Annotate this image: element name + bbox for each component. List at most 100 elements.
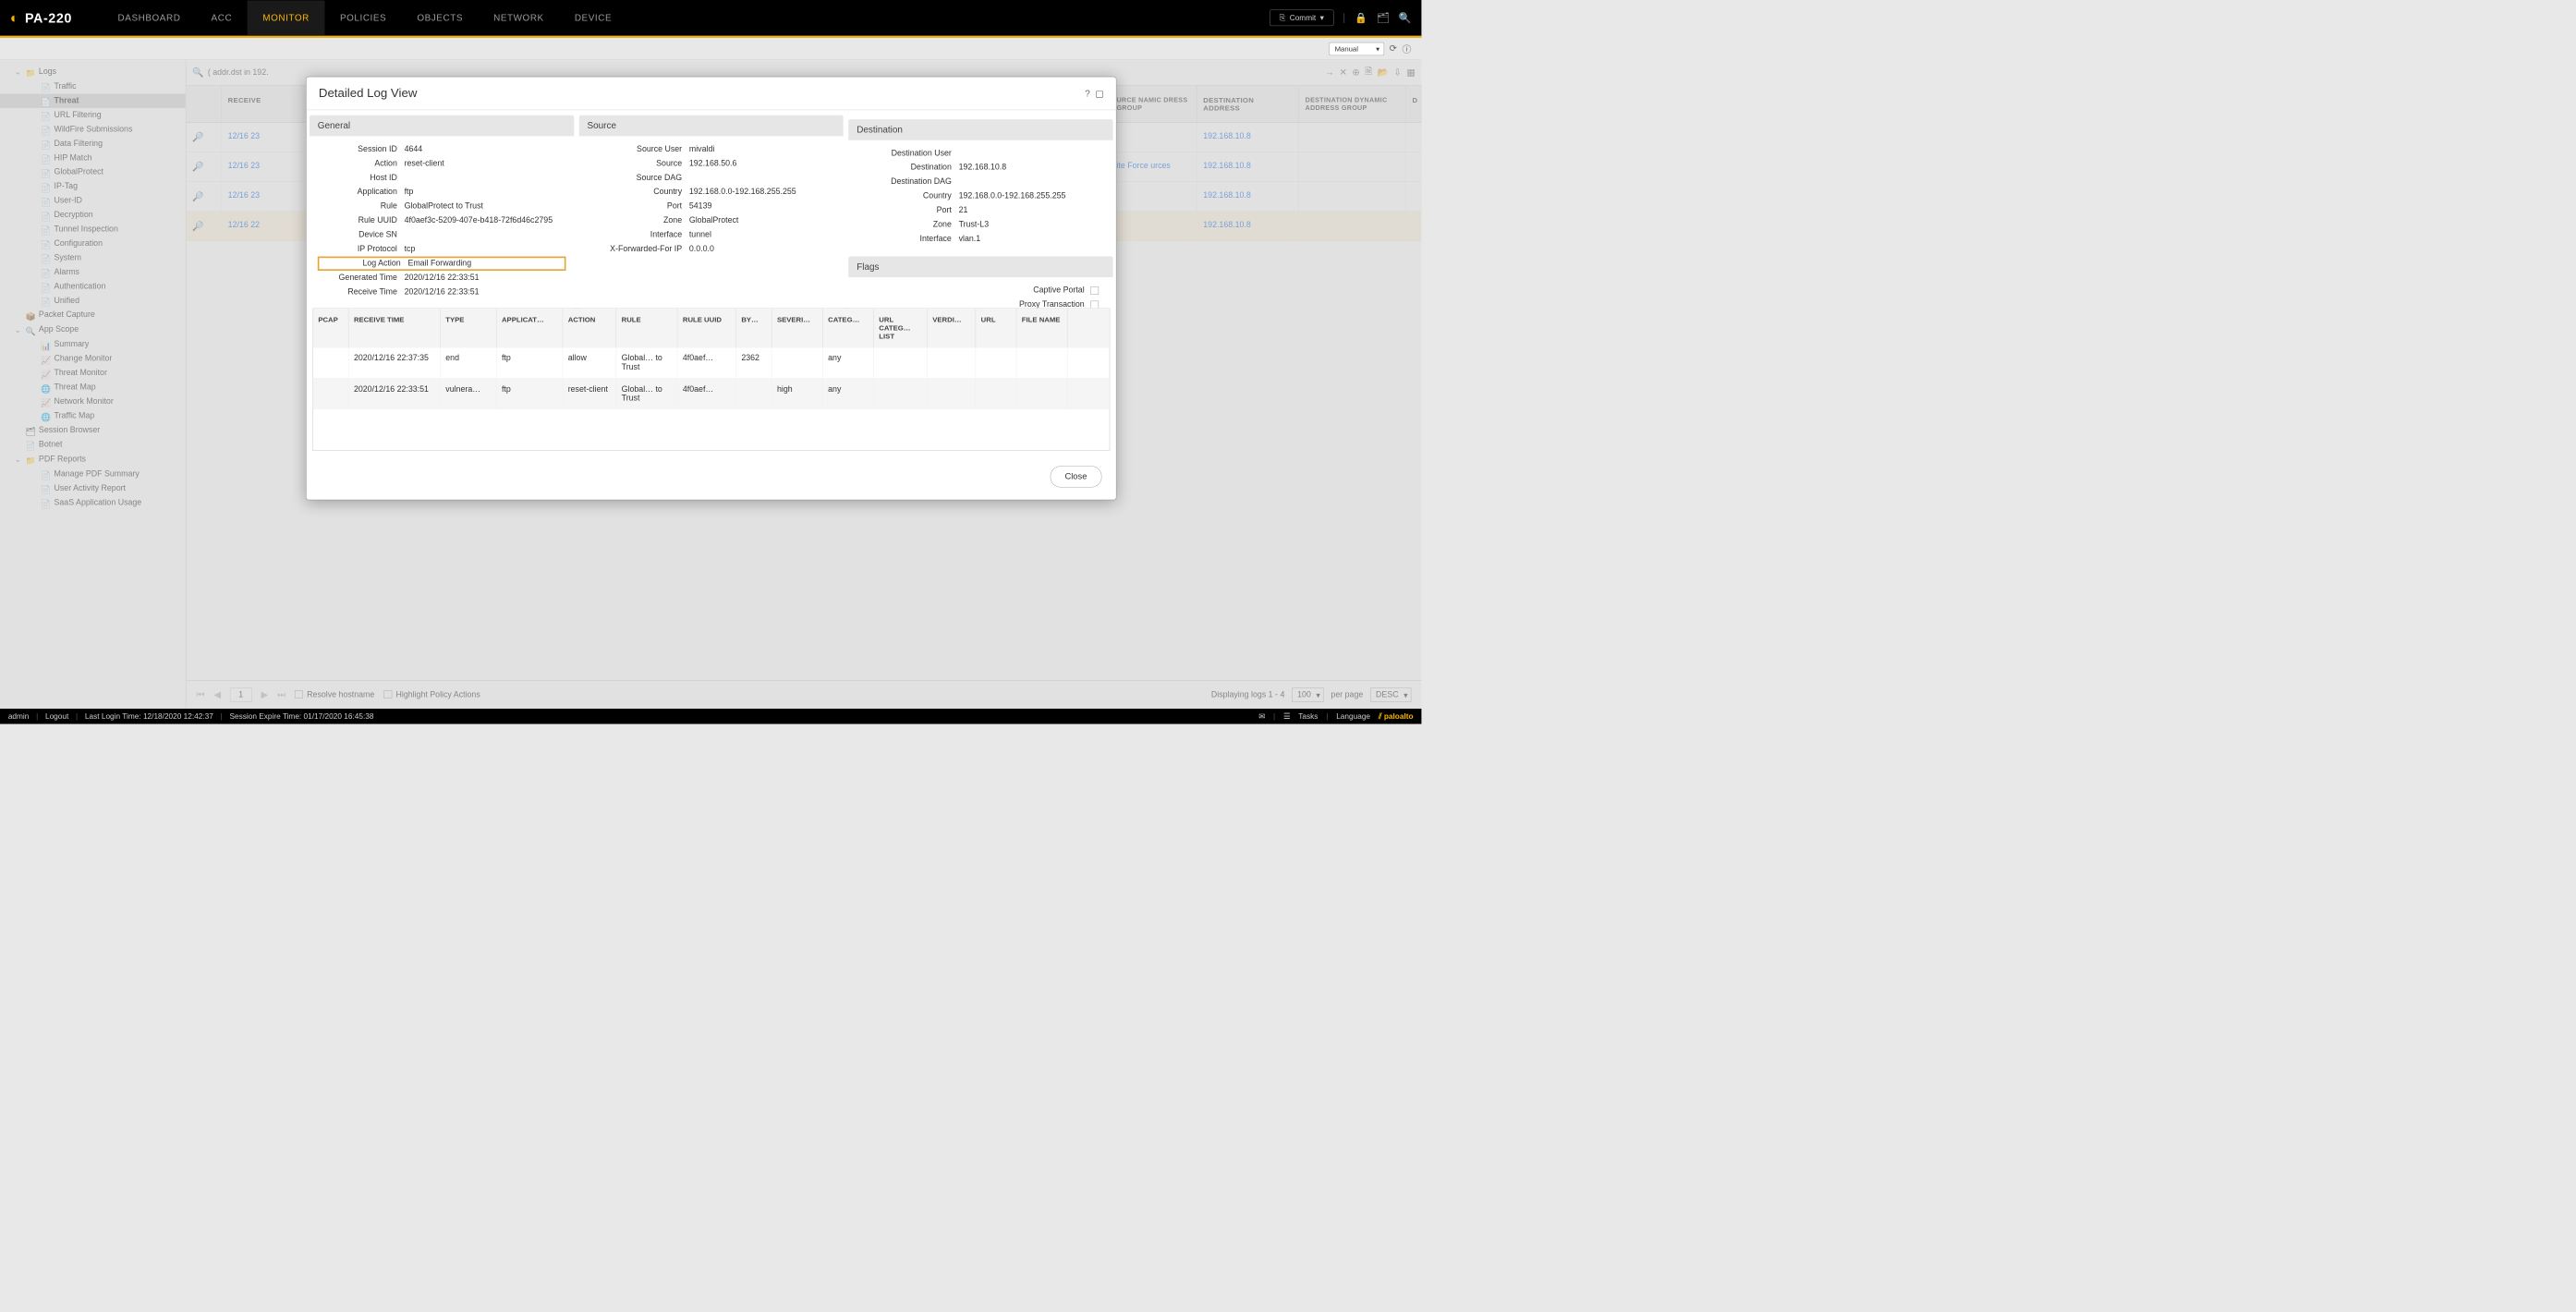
- refresh-mode-select[interactable]: Manual: [1330, 43, 1385, 55]
- refresh-mode-value: Manual: [1335, 44, 1358, 53]
- source-panel-title: Source: [579, 115, 844, 137]
- checkbox-icon: [1090, 301, 1099, 309]
- field-source-dag: Source DAG: [587, 171, 835, 185]
- commit-button[interactable]: ⎘ Commit ▾: [1270, 9, 1333, 26]
- field-interface: Interfacevlan.1: [857, 232, 1105, 246]
- footer-logout[interactable]: Logout: [45, 712, 68, 721]
- refresh-icon[interactable]: ⟳: [1390, 43, 1397, 55]
- modal-title: Detailed Log View: [319, 86, 418, 100]
- modal-header: Detailed Log View ? ▢: [307, 77, 1116, 110]
- tasks-icon[interactable]: ☰: [1283, 711, 1290, 721]
- field-interface: Interfacetunnel: [587, 228, 835, 242]
- chevron-down-icon: ▾: [1320, 13, 1324, 22]
- field-log-action: Log ActionEmail Forwarding: [318, 257, 566, 271]
- modal-table-header: PCAPRECEIVE TIMETYPEAPPLICAT…ACTIONRULER…: [313, 309, 1110, 347]
- logo-area: ◐ PA-220: [10, 9, 72, 26]
- modal-col[interactable]: URL CATEG… LIST: [874, 309, 928, 347]
- nav-tab-policies[interactable]: POLICIES: [324, 0, 401, 35]
- footer: admin | Logout | Last Login Time: 12/18/…: [0, 709, 1421, 724]
- field-port: Port21: [857, 203, 1105, 217]
- field-country: Country192.168.0.0-192.168.255.255: [857, 189, 1105, 203]
- field-zone: ZoneGlobalProtect: [587, 213, 835, 227]
- field-rule: RuleGlobalProtect to Trust: [318, 200, 566, 213]
- modal-col[interactable]: APPLICAT…: [496, 309, 563, 347]
- modal-col[interactable]: RECEIVE TIME: [348, 309, 440, 347]
- field-rule-uuid: Rule UUID4f0aef3c-5209-407e-b418-72f6d46…: [318, 213, 566, 227]
- nav-tab-objects[interactable]: OBJECTS: [402, 0, 479, 35]
- flag-proxy-transaction: Proxy Transaction: [857, 298, 1105, 308]
- paloalto-logo: ⫽ paloalto: [1379, 712, 1414, 721]
- modal-col[interactable]: CATEG…: [823, 309, 874, 347]
- commit-icon: ⎘: [1280, 14, 1286, 22]
- footer-user[interactable]: admin: [8, 712, 30, 721]
- modal-footer: Close: [307, 451, 1116, 500]
- modal-col[interactable]: URL: [976, 309, 1016, 347]
- nav-tab-monitor[interactable]: MONITOR: [248, 0, 325, 35]
- destination-panel: Destination Destination UserDestination1…: [848, 115, 1112, 309]
- modal-window-icon[interactable]: ▢: [1095, 88, 1103, 99]
- brand-icon: ◐: [10, 9, 18, 26]
- field-application: Applicationftp: [318, 185, 566, 199]
- field-session-id: Session ID4644: [318, 142, 566, 156]
- modal-table-row[interactable]: 2020/12/16 22:37:35endftpallowGlobal… to…: [313, 347, 1110, 379]
- field-device-sn: Device SN: [318, 228, 566, 242]
- field-country: Country192.168.0.0-192.168.255.255: [587, 185, 835, 199]
- detailed-log-modal: Detailed Log View ? ▢ General Session ID…: [306, 77, 1116, 501]
- top-bar: ◐ PA-220 DASHBOARDACCMONITORPOLICIESOBJE…: [0, 0, 1421, 38]
- help-icon[interactable]: ⓘ: [1402, 43, 1411, 55]
- modal-col[interactable]: BY…: [736, 309, 772, 347]
- field-x-forwarded-for-ip: X-Forwarded-For IP0.0.0.0: [587, 242, 835, 256]
- field-source: Source192.168.50.6: [587, 156, 835, 170]
- lock-icon[interactable]: 🔒: [1355, 11, 1367, 24]
- nav-tabs: DASHBOARDACCMONITORPOLICIESOBJECTSNETWOR…: [103, 0, 1270, 35]
- nav-tab-network[interactable]: NETWORK: [479, 0, 560, 35]
- modal-col[interactable]: PCAP: [313, 309, 349, 347]
- modal-help-icon[interactable]: ?: [1085, 88, 1090, 99]
- source-panel: Source Source UsermivaldiSource192.168.5…: [579, 115, 844, 309]
- modal-col[interactable]: RULE UUID: [677, 309, 735, 347]
- save-icon[interactable]: 🗂: [1377, 11, 1390, 24]
- footer-last-login: Last Login Time: 12/18/2020 12:42:37: [85, 712, 213, 721]
- field-receive-time: Receive Time2020/12/16 22:33:51: [318, 285, 566, 298]
- field-port: Port54139: [587, 200, 835, 213]
- field-host-id: Host ID: [318, 171, 566, 185]
- sub-toolbar: Manual ⟳ ⓘ: [0, 38, 1421, 60]
- top-right: ⎘ Commit ▾ | 🔒 🗂 🔍: [1270, 9, 1411, 26]
- device-name: PA-220: [25, 10, 72, 26]
- modal-table-row[interactable]: 2020/12/16 22:33:51vulnera…ftpreset-clie…: [313, 378, 1110, 409]
- flag-captive-portal: Captive Portal: [857, 284, 1105, 298]
- modal-col[interactable]: SEVERI…: [772, 309, 822, 347]
- commit-label: Commit: [1290, 14, 1317, 22]
- close-button[interactable]: Close: [1050, 466, 1101, 487]
- footer-tasks[interactable]: Tasks: [1298, 712, 1318, 721]
- general-panel: General Session ID4644Actionreset-client…: [310, 115, 574, 309]
- field-source-user: Source Usermivaldi: [587, 142, 835, 156]
- modal-col[interactable]: RULE: [616, 309, 677, 347]
- search-icon[interactable]: 🔍: [1399, 11, 1412, 24]
- nav-tab-device[interactable]: DEVICE: [559, 0, 626, 35]
- field-destination: Destination192.168.10.8: [857, 161, 1105, 175]
- modal-col[interactable]: TYPE: [441, 309, 497, 347]
- general-panel-title: General: [310, 115, 574, 137]
- field-ip-protocol: IP Protocoltcp: [318, 242, 566, 256]
- field-destination-user: Destination User: [857, 146, 1105, 160]
- nav-tab-dashboard[interactable]: DASHBOARD: [103, 0, 196, 35]
- nav-tab-acc[interactable]: ACC: [196, 0, 248, 35]
- destination-panel-title: Destination: [848, 119, 1112, 140]
- field-zone: ZoneTrust-L3: [857, 218, 1105, 232]
- separator: |: [1343, 12, 1345, 24]
- mail-icon[interactable]: ✉: [1258, 711, 1265, 721]
- footer-right: ✉ | ☰ Tasks | Language ⫽ paloalto: [1258, 711, 1413, 721]
- footer-expire: Session Expire Time: 01/17/2020 16:45:38: [229, 712, 373, 721]
- modal-body: General Session ID4644Actionreset-client…: [307, 110, 1116, 451]
- modal-col[interactable]: ACTION: [563, 309, 616, 347]
- modal-col[interactable]: VERDI…: [928, 309, 976, 347]
- field-destination-dag: Destination DAG: [857, 175, 1105, 188]
- field-generated-time: Generated Time2020/12/16 22:33:51: [318, 271, 566, 285]
- footer-language[interactable]: Language: [1336, 712, 1370, 721]
- modal-log-table: PCAPRECEIVE TIMETYPEAPPLICAT…ACTIONRULER…: [312, 308, 1110, 451]
- flags-panel-title: Flags: [848, 257, 1112, 278]
- field-action: Actionreset-client: [318, 156, 566, 170]
- modal-table-rows: 2020/12/16 22:37:35endftpallowGlobal… to…: [313, 347, 1110, 409]
- modal-col[interactable]: FILE NAME: [1016, 309, 1067, 347]
